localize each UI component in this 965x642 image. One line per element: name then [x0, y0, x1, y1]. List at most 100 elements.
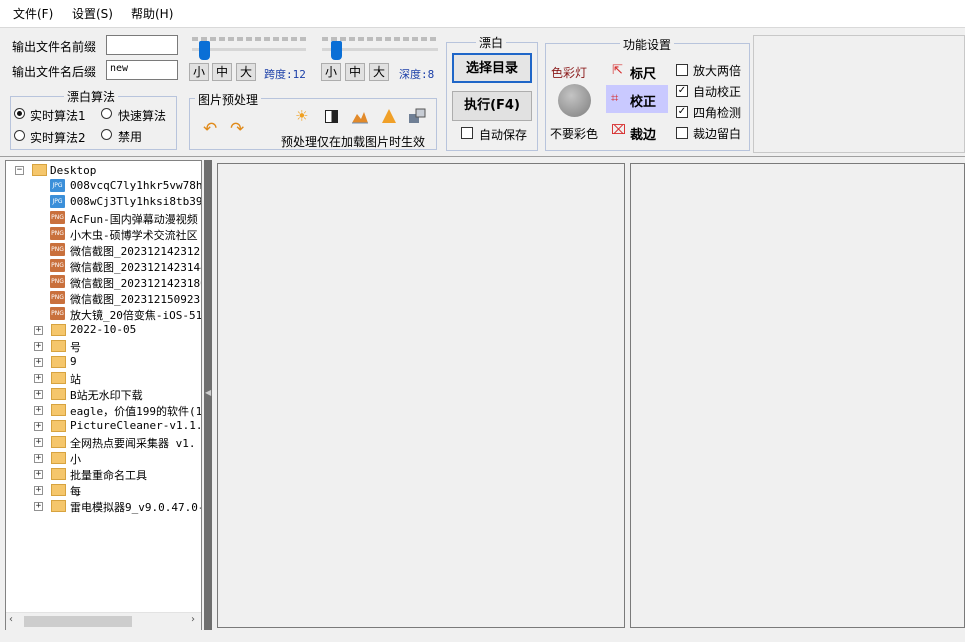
folder-icon — [51, 372, 66, 384]
double-size-label[interactable]: 放大两倍 — [693, 62, 741, 79]
expand-icon[interactable]: + — [34, 454, 43, 463]
toolbar: 输出文件名前缀 输出文件名后缀 new 小 中 大 跨度:12 小 中 大 深度… — [0, 28, 965, 157]
suffix-input[interactable]: new — [106, 60, 178, 80]
levels-icon[interactable] — [351, 109, 369, 127]
execute-button[interactable]: 执行(F4) — [452, 91, 532, 121]
expand-icon[interactable]: + — [34, 470, 43, 479]
tree-root-label: Desktop — [50, 164, 97, 177]
expand-icon[interactable]: + — [34, 406, 43, 415]
crop-icon: ⌧ — [611, 123, 626, 138]
jpg-file-icon: JPG — [50, 195, 65, 208]
menu-bar: 文件(F) 设置(S) 帮助(H) — [0, 0, 965, 28]
undo-icon[interactable]: ↶ — [203, 119, 217, 139]
depth-large-button[interactable]: 大 — [369, 63, 389, 81]
tree-folder-label: 9 — [70, 355, 77, 368]
double-size-checkbox[interactable] — [676, 64, 688, 76]
algo2-label[interactable]: 实时算法2 — [30, 129, 86, 146]
select-dir-button[interactable]: 选择目录 — [452, 53, 532, 83]
stamp-icon[interactable] — [408, 108, 426, 127]
crop-button[interactable]: 裁边 — [630, 124, 656, 143]
ruler-icon: ⇱ — [612, 63, 623, 78]
expand-icon[interactable]: + — [34, 342, 43, 351]
tree-file-label: AcFun-国内弹幕动漫视频 — [70, 213, 198, 226]
toolbar-empty-panel — [753, 35, 965, 153]
result-image-panel[interactable] — [630, 163, 965, 628]
prefix-input[interactable] — [106, 35, 178, 55]
tree-folder-label: 批量重命名工具 — [70, 469, 147, 482]
auto-correct-checkbox[interactable]: ✓ — [676, 85, 688, 97]
corner-detect-checkbox[interactable]: ✓ — [676, 106, 688, 118]
sharpen-icon[interactable] — [381, 108, 397, 127]
file-tree[interactable]: − Desktop JPG 008vcqC7ly1hkr5vw78hpj JPG 00… — [5, 160, 202, 630]
expand-icon[interactable]: + — [34, 438, 43, 447]
expand-icon[interactable]: + — [34, 390, 43, 399]
png-file-icon: PNG — [50, 259, 65, 272]
png-file-icon: PNG — [50, 291, 65, 304]
folder-icon — [51, 356, 66, 368]
tree-folder-label: 雷电模拟器9_v9.0.47.0- — [70, 501, 202, 514]
crop-margin-checkbox[interactable] — [676, 127, 688, 139]
span-slider-thumb[interactable] — [199, 41, 210, 60]
scroll-thumb[interactable] — [24, 616, 132, 627]
folder-icon — [51, 324, 66, 336]
crop-margin-label[interactable]: 裁边留白 — [693, 125, 741, 142]
tree-folder-label: 2022-10-05 — [70, 323, 137, 336]
scroll-left-icon[interactable]: ‹ — [9, 614, 13, 625]
ruler-button[interactable]: 标尺 — [630, 63, 656, 82]
fast-algo-radio[interactable] — [101, 108, 112, 119]
algo2-radio[interactable] — [14, 130, 25, 141]
auto-save-checkbox[interactable] — [461, 127, 473, 139]
folder-icon — [51, 484, 66, 496]
png-file-icon: PNG — [50, 275, 65, 288]
tree-file-label: 008wCj3Tly1hksi8tb39fj — [70, 195, 202, 208]
png-file-icon: PNG — [50, 307, 65, 320]
span-large-button[interactable]: 大 — [236, 63, 256, 81]
expand-icon[interactable]: + — [34, 326, 43, 335]
collapse-icon[interactable]: − — [15, 166, 24, 175]
contrast-icon[interactable] — [325, 110, 338, 123]
tree-folder-label: 全网热点要闻采集器 v1. — [70, 437, 196, 450]
menu-file[interactable]: 文件(F) — [13, 5, 53, 22]
pane-splitter[interactable]: ◀ — [204, 160, 212, 630]
menu-settings[interactable]: 设置(S) — [72, 5, 113, 22]
expand-icon[interactable]: + — [34, 486, 43, 495]
tree-folder-label: PictureCleaner-v1.1.8. — [70, 419, 202, 432]
span-medium-button[interactable]: 中 — [212, 63, 232, 81]
color-light-label: 色彩灯 — [551, 66, 588, 80]
auto-correct-label[interactable]: 自动校正 — [693, 83, 741, 100]
disable-label[interactable]: 禁用 — [118, 128, 142, 145]
folder-icon — [51, 468, 66, 480]
brightness-icon[interactable]: ☀ — [295, 107, 308, 125]
scroll-right-icon[interactable]: › — [191, 614, 195, 625]
menu-help[interactable]: 帮助(H) — [131, 5, 173, 22]
folder-icon — [51, 388, 66, 400]
tree-folder-label: 站 — [70, 373, 81, 386]
bleach-title: 漂白 — [476, 34, 507, 51]
algo1-radio[interactable] — [14, 108, 25, 119]
span-small-button[interactable]: 小 — [189, 63, 209, 81]
collapse-arrow-icon[interactable]: ◀ — [205, 388, 211, 397]
tree-root-row[interactable]: − Desktop — [6, 162, 201, 178]
corner-detect-label[interactable]: 四角检测 — [693, 104, 741, 121]
expand-icon[interactable]: + — [34, 422, 43, 431]
color-light-indicator[interactable] — [558, 84, 591, 117]
fast-algo-label[interactable]: 快速算法 — [118, 107, 166, 124]
tree-file-label: 微信截图_2023121509231 — [70, 293, 202, 306]
redo-icon[interactable]: ↷ — [230, 119, 244, 139]
depth-medium-button[interactable]: 中 — [345, 63, 365, 81]
expand-icon[interactable]: + — [34, 374, 43, 383]
folder-icon — [51, 500, 66, 512]
source-image-panel[interactable] — [217, 163, 625, 628]
tree-file-label: 小木虫-硕博学术交流社区 — [70, 229, 198, 242]
tree-hscrollbar[interactable]: ‹ › — [6, 612, 201, 630]
correct-button[interactable]: 校正 — [630, 91, 656, 110]
folder-icon — [51, 436, 66, 448]
depth-small-button[interactable]: 小 — [321, 63, 341, 81]
expand-icon[interactable]: + — [34, 502, 43, 511]
depth-slider-thumb[interactable] — [331, 41, 342, 60]
expand-icon[interactable]: + — [34, 358, 43, 367]
no-color-label[interactable]: 不要彩色 — [550, 125, 598, 142]
disable-radio[interactable] — [101, 129, 112, 140]
auto-save-label[interactable]: 自动保存 — [479, 126, 527, 143]
algo1-label[interactable]: 实时算法1 — [30, 107, 86, 124]
